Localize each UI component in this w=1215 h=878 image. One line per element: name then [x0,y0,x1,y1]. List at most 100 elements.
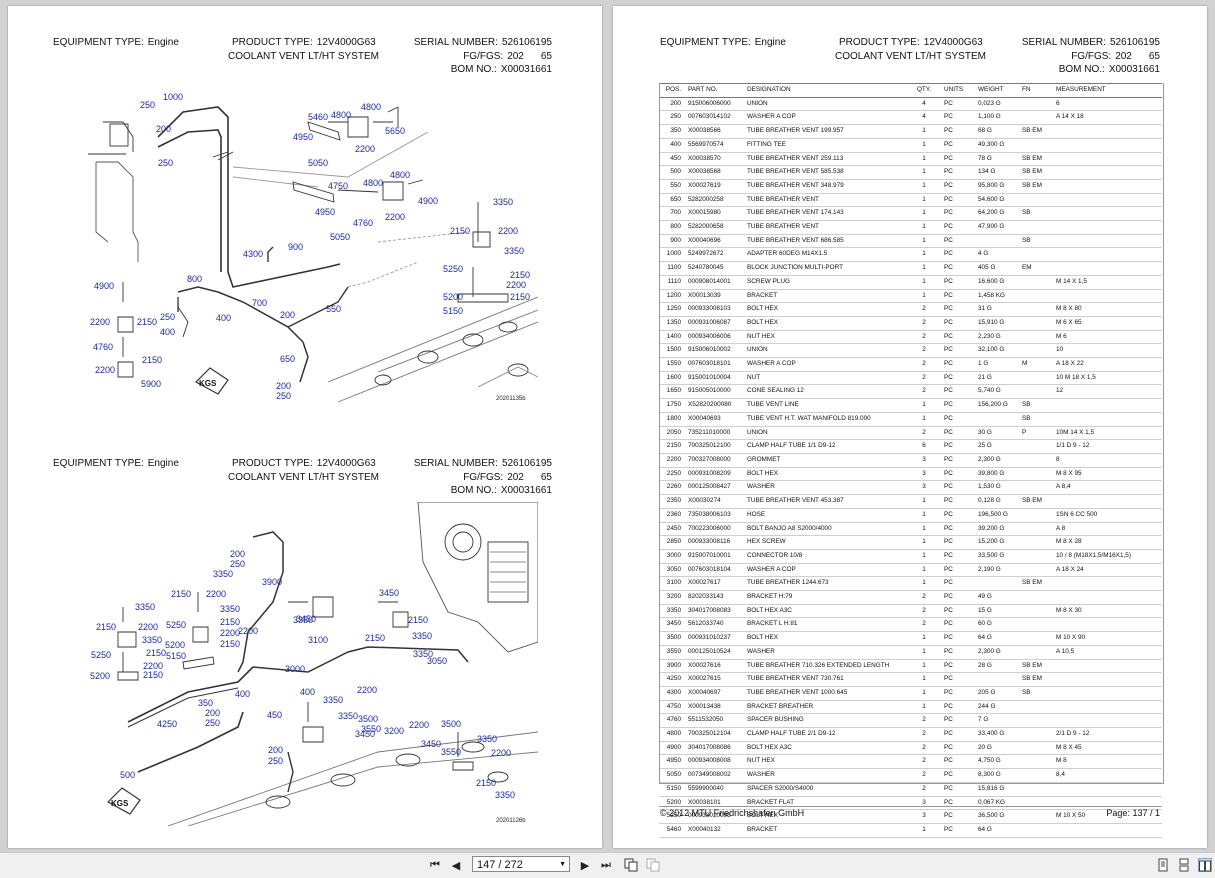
table-cell: 2 [922,593,926,601]
table-cell: 8,4 [1056,771,1065,779]
table-cell: 2 [922,730,926,738]
table-cell: 15,200 G [978,538,1005,546]
table-cell: 000934006006 [688,332,731,340]
table-row: 1800 X00040693 TUBE VENT H.T. WAT MANIFOLD… [659,412,1162,427]
equipment-type-2: EQUIPMENT TYPE: Engine [53,458,179,469]
table-cell: 1 [922,277,926,285]
two-page-view-icon[interactable] [1198,858,1212,872]
table-cell: 2 [922,360,926,368]
table-cell: PC [944,771,953,779]
table-cell [1053,823,1162,837]
copy-page-icon[interactable] [623,857,639,873]
footer-divider [659,806,1162,807]
last-page-icon[interactable]: ⏭ [598,857,614,873]
table-cell [1053,138,1162,152]
table-cell: TUBE BREATHER VENT 348.979 [747,181,844,189]
table-cell: 1550 [666,360,681,368]
table-row: 250 007603014102 WASHER A COP 4 PC 1,100 G A 1… [659,111,1162,125]
table-cell: 2450 [666,524,681,532]
first-page-icon[interactable]: ⏮ [427,857,443,873]
bottom-exploded-view-diagram: KGS 200250335039002150 22003350 33502150 52… [90,502,538,826]
callout-number: 5200 [443,292,463,302]
table-cell: M 8 X 80 [1056,305,1082,313]
page-number-value: 147 / 272 [477,859,523,871]
table-cell [1053,207,1162,221]
table-cell: 2250 [666,469,681,477]
table-cell [975,412,1019,426]
table-cell: 1 [922,675,926,683]
table-cell: UNION [747,99,768,107]
page-number-selector[interactable]: 147 / 272 ▼ [472,856,570,872]
table-cell [1019,248,1053,262]
table-row: 5150 5599900040 SPACER S2000/S4000 2 PC 15,81… [659,782,1162,797]
table-cell: X00013039 [688,291,721,299]
callout-number: 4950 [293,132,313,142]
table-cell [1053,412,1162,426]
table-cell: 735211010000 [688,428,731,436]
callout-number: 5150 [443,306,463,316]
table-cell: PC [944,209,953,217]
previous-page-icon[interactable]: ◀ [448,857,464,873]
table-cell [1053,125,1162,139]
table-cell: 244 G [978,702,996,710]
table-cell: 007603018101 [688,360,731,368]
table-cell [1019,563,1053,577]
table-cell: A 18 X 24 [1056,565,1084,573]
next-page-icon[interactable]: ▶ [577,857,593,873]
table-cell: SB EM [1022,675,1042,683]
table-cell [1053,179,1162,193]
table-cell [1053,193,1162,207]
table-cell: SB EM [1022,168,1042,176]
table-row: 4800 700325012104 CLAMP HALF TUBE 2/1 D9-1… [659,728,1162,742]
table-row: 4750 X00013438 BRACKET BREATHER 1 PC 244 G [659,700,1162,714]
callout-number: 250 [268,756,283,766]
table-cell: 2 [922,757,926,765]
single-page-view-icon[interactable] [1156,858,1170,872]
table-cell: M 8 X 95 [1056,469,1082,477]
fg-fgs: FG/FGS: 202 65 [463,51,552,62]
table-cell: 007603018104 [688,565,731,573]
callout-number: 3350 [323,695,343,705]
callout-number: 5250 [166,620,186,630]
table-cell: 64 G [978,634,992,642]
callout-number: 250 [230,559,245,569]
table-cell: 000908014001 [688,277,731,285]
table-cell: UNION [747,428,768,436]
table-cell: 20 G [978,743,992,751]
callout-number: 5150 [166,651,186,661]
paste-page-icon[interactable] [645,857,661,873]
table-cell: PC [944,579,953,587]
table-cell [1019,728,1053,742]
table-cell: 915006006000 [688,99,731,107]
table-row: 2200 700327008000 GROMMET 3 PC 2,300 G 8 [659,453,1162,468]
table-cell [1019,522,1053,536]
table-cell: X00038566 [688,127,721,135]
table-cell: M 6 [1056,332,1067,340]
table-cell: PC [944,140,953,148]
fg-fgs-2: FG/FGS: 202 65 [463,472,552,483]
callout-number: 5460 [308,112,328,122]
table-row: 2350 X00030274 TUBE BREATHER VENT 453.387 1… [659,495,1162,509]
table-cell: X00038570 [688,154,721,162]
table-cell: 1 [922,702,926,710]
callout-number: 2150 [143,670,163,680]
table-cell: BOLT HEX A3C [747,606,792,614]
table-cell: 2150 [666,442,681,450]
system-name-3: COOLANT VENT LT/HT SYSTEM [835,51,986,62]
table-cell: PC [944,442,953,450]
table-row: 3100 X00027617 TUBE BREATHER 1244.673 1 PC SB… [659,577,1162,591]
table-cell: SB EM [1022,579,1042,587]
table-cell: TUBE VENT H.T. WAT MANIFOLD 819.000 [747,414,871,422]
table-cell: EM [1022,264,1032,272]
table-cell: A 14 X 18 [1056,113,1084,121]
table-cell: 2 [922,318,926,326]
bottom-callout-labels: 200250335039002150 22003350 33502150 525022… [90,549,515,800]
callout-number: 3350 [495,790,515,800]
continuous-view-icon[interactable] [1177,858,1191,872]
table-cell: PC [944,291,953,299]
table-cell: 0,128 G [978,497,1001,505]
table-cell: X52820200080 [688,401,732,409]
table-cell: 1350 [666,318,681,326]
table-cell: PC [944,784,953,792]
table-cell: 700327008000 [688,455,731,463]
